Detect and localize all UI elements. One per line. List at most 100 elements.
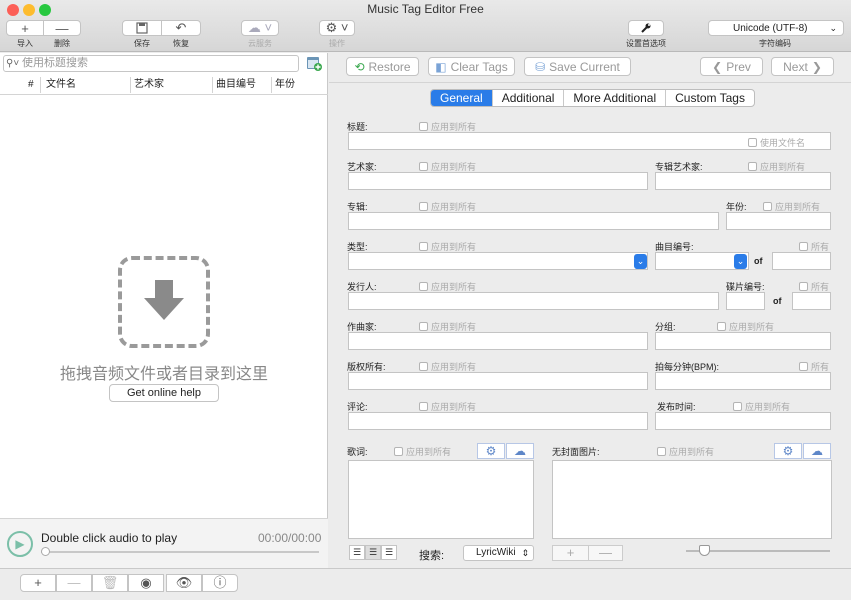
album-field[interactable] — [348, 212, 719, 230]
preferences-button[interactable] — [628, 20, 664, 36]
checkbox[interactable] — [419, 282, 428, 291]
tab-additional[interactable]: Additional — [491, 90, 564, 106]
get-online-help-button[interactable]: Get online help — [109, 384, 219, 402]
use-filename-checkbox[interactable]: 使用文件名 — [748, 136, 805, 149]
tab-more-additional[interactable]: More Additional — [563, 90, 665, 106]
track-combobox[interactable]: ⌄ — [655, 252, 749, 270]
restore-button[interactable]: ↶ — [161, 20, 201, 36]
chevron-down-icon[interactable]: ⌄ — [734, 254, 747, 269]
checkbox[interactable] — [419, 362, 428, 371]
disc-field[interactable] — [726, 292, 765, 310]
album-artist-field[interactable] — [655, 172, 831, 190]
cover-apply-all[interactable]: 应用到所有 — [657, 445, 714, 458]
align-right-icon[interactable]: ☰ — [381, 545, 397, 560]
checkbox[interactable] — [799, 362, 808, 371]
cloud-download-icon[interactable]: ☁ — [506, 443, 534, 459]
checkbox[interactable] — [419, 242, 428, 251]
tab-bar: General Additional More Additional Custo… — [430, 89, 755, 107]
checkbox[interactable] — [733, 402, 742, 411]
action-label: 操作 — [329, 39, 345, 48]
player-progress-knob[interactable] — [41, 547, 50, 556]
track-total-field[interactable] — [772, 252, 831, 270]
tab-custom-tags[interactable]: Custom Tags — [665, 90, 754, 106]
year-field[interactable] — [726, 212, 831, 230]
checkbox[interactable] — [394, 447, 403, 456]
clear-tags-button[interactable]: ◧ Clear Tags — [428, 57, 515, 76]
save-current-button[interactable]: ⛁ Save Current — [524, 57, 631, 76]
lyrics-source-value: LyricWiki — [476, 547, 516, 558]
drop-zone[interactable] — [118, 256, 210, 348]
comment-field[interactable] — [348, 412, 648, 430]
checkbox[interactable] — [748, 162, 757, 171]
chevron-down-icon[interactable]: ⌄ — [634, 254, 647, 269]
next-button[interactable]: Next ❯ — [771, 57, 834, 76]
prev-button[interactable]: ❮ Prev — [700, 57, 763, 76]
search-input[interactable]: ⚲˅ 使用标题搜索 — [3, 55, 299, 72]
cover-art-well[interactable] — [552, 460, 832, 539]
composer-field[interactable] — [348, 332, 648, 350]
disc-total-field[interactable] — [792, 292, 831, 310]
chevron-left-icon: ❮ — [712, 59, 723, 74]
checkbox[interactable] — [717, 322, 726, 331]
magnifier-icon[interactable]: ◉ — [128, 574, 164, 592]
column-header-number[interactable]: # — [28, 77, 34, 93]
file-list-panel: ⚲˅ 使用标题搜索 # 文件名 艺术家 曲目编号 年份 拖拽音频文件或者目录到这… — [0, 53, 328, 568]
play-icon[interactable]: ▶ — [7, 531, 33, 557]
tab-general[interactable]: General — [431, 90, 492, 106]
cloud-service-button[interactable]: ☁ ˅ — [241, 20, 279, 36]
encoding-select[interactable]: Unicode (UTF-8) ⌄ — [708, 20, 844, 36]
checkbox[interactable] — [419, 202, 428, 211]
import-button[interactable]: + — [6, 20, 44, 36]
publisher-field[interactable] — [348, 292, 719, 310]
restore-tags-button[interactable]: ⟲ Restore — [346, 57, 419, 76]
cloud-label: 云服务 — [248, 39, 272, 48]
gear-icon[interactable]: ⚙ — [774, 443, 802, 459]
copyright-field[interactable] — [348, 372, 648, 390]
player-progress-track[interactable] — [41, 551, 319, 553]
lyrics-apply-all[interactable]: 应用到所有 — [394, 445, 451, 458]
clear-icon: ◧ — [435, 59, 447, 74]
checkbox[interactable] — [419, 402, 428, 411]
artist-field[interactable] — [348, 172, 648, 190]
column-header-filename[interactable]: 文件名 — [46, 77, 76, 93]
add-file-button[interactable]: + — [20, 574, 56, 592]
minus-icon: — — [55, 20, 69, 36]
cover-size-slider-knob[interactable] — [699, 545, 710, 556]
info-icon[interactable]: ⓘ — [202, 574, 238, 592]
release-time-field[interactable] — [655, 412, 831, 430]
gear-icon: ⚙ ˅ — [325, 20, 349, 35]
remove-file-button[interactable]: — — [56, 574, 92, 592]
player-status: Double click audio to play — [41, 531, 178, 545]
chevron-down-icon: ⌄ — [829, 22, 837, 33]
gear-icon[interactable]: ⚙ — [477, 443, 505, 459]
remove-cover-button[interactable]: — — [588, 545, 623, 561]
eye-icon[interactable]: 👁 — [166, 574, 202, 592]
checkbox[interactable] — [419, 322, 428, 331]
checkbox[interactable] — [419, 162, 428, 171]
checkbox[interactable] — [657, 447, 666, 456]
align-left-icon[interactable]: ☰ — [349, 545, 365, 560]
action-button[interactable]: ⚙ ˅ — [319, 20, 355, 36]
add-cover-button[interactable]: + — [552, 545, 589, 561]
column-header-track[interactable]: 曲目编号 — [216, 77, 256, 93]
delete-button[interactable]: — — [43, 20, 81, 36]
lyrics-source-select[interactable]: LyricWiki ⇕ — [463, 545, 534, 561]
grouping-field[interactable] — [655, 332, 831, 350]
checkbox[interactable] — [419, 122, 428, 131]
save-button[interactable] — [122, 20, 162, 36]
cloud-download-icon[interactable]: ☁ — [803, 443, 831, 459]
column-divider — [130, 77, 131, 93]
align-center-icon[interactable]: ☰ — [365, 545, 381, 560]
bpm-field[interactable] — [655, 372, 831, 390]
column-header-year[interactable]: 年份 — [275, 77, 295, 93]
checkbox[interactable] — [799, 242, 808, 251]
column-header-artist[interactable]: 艺术家 — [134, 77, 164, 93]
checkbox[interactable] — [799, 282, 808, 291]
checkbox[interactable] — [763, 202, 772, 211]
genre-combobox[interactable]: ⌄ — [348, 252, 648, 270]
checkbox[interactable] — [748, 138, 757, 147]
add-folder-icon[interactable] — [305, 54, 323, 72]
lyrics-textarea[interactable] — [348, 460, 534, 539]
trash-icon[interactable]: 🗑 — [92, 574, 128, 592]
import-label: 导入 — [17, 39, 33, 48]
